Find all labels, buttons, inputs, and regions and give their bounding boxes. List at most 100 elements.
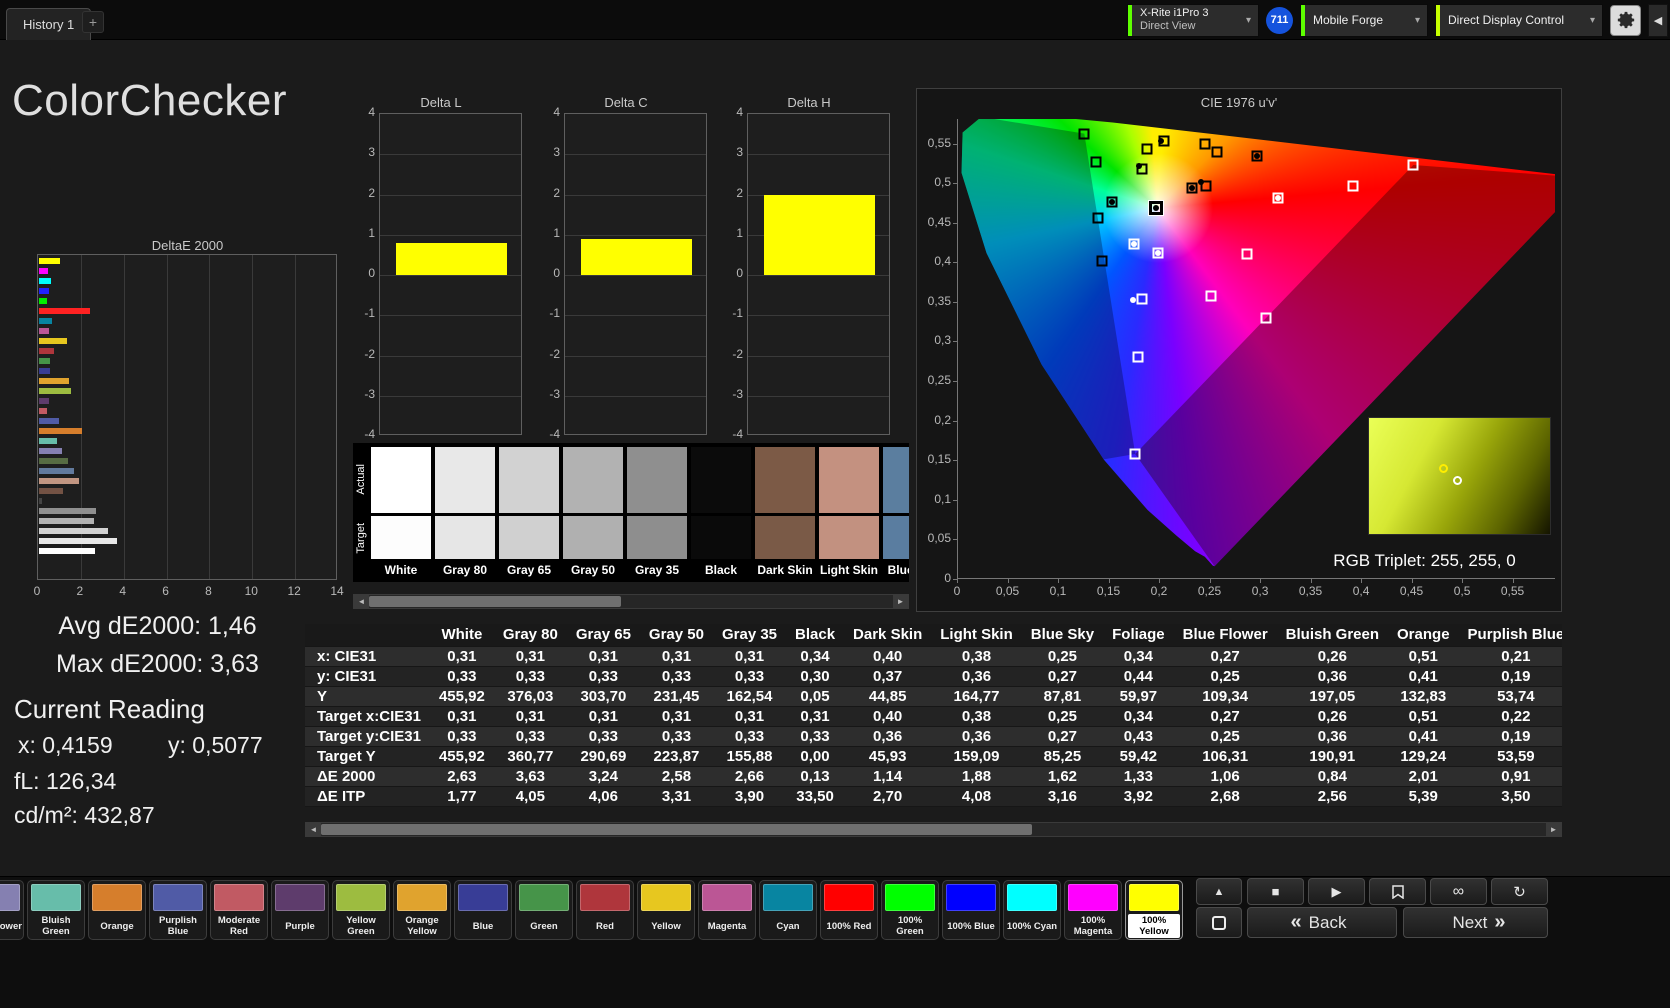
repeat-button[interactable]: ↻: [1491, 878, 1548, 905]
column-header: Blue Sky: [1021, 624, 1104, 647]
table-cell: 85,25: [1021, 746, 1104, 767]
patch-button[interactable]: 100% Yellow: [1125, 880, 1183, 940]
gridline: [565, 194, 706, 196]
y-tick-label: -1: [364, 306, 375, 321]
continuous-mode-button[interactable]: ∞: [1430, 878, 1487, 905]
column-header: Orange: [1388, 624, 1459, 647]
patch-button-label: 100% Cyan: [1006, 920, 1058, 932]
patch-button[interactable]: 100% Blue: [942, 880, 1000, 940]
patch-button[interactable]: Yellow: [637, 880, 695, 940]
patch-button[interactable]: Green: [515, 880, 573, 940]
next-button[interactable]: Next »: [1403, 907, 1548, 938]
table-cell: 0,31: [712, 706, 787, 727]
patch-button[interactable]: Magenta: [698, 880, 756, 940]
table-cell: 1,88: [931, 766, 1022, 787]
table-cell: 0,38: [931, 646, 1022, 667]
patch-button[interactable]: 100% Red: [820, 880, 878, 940]
table-row: x: CIE31 0,31 0,31 0,31 0,31 0,31 0,34 0,40 0,38…: [305, 646, 1562, 667]
patch-button[interactable]: 100% Magenta: [1064, 880, 1122, 940]
patch-button[interactable]: Bluish Green: [27, 880, 85, 940]
table-cell: 0,41: [1388, 666, 1459, 687]
back-chevrons-icon: «: [1290, 911, 1302, 933]
rgb-triplet-caption: RGB Triplet: 255, 255, 0: [1333, 551, 1516, 570]
history-tab[interactable]: History 1: [6, 8, 92, 40]
patch-label: Black: [704, 563, 738, 577]
target-swatch: [819, 516, 879, 559]
patch-button[interactable]: 100% Green: [881, 880, 939, 940]
table-cell: 0,26: [1276, 646, 1389, 667]
actual-row-label: Actual: [355, 463, 367, 495]
patch-button-label: Green: [530, 920, 558, 932]
actual-swatch: [499, 447, 559, 513]
patch-button[interactable]: Purplish Blue: [149, 880, 207, 940]
display-control-dropdown[interactable]: Direct Display Control ▾: [1435, 3, 1603, 37]
table-cell: 0,19: [1458, 726, 1562, 747]
patch-button-swatch: [458, 884, 508, 911]
settings-button[interactable]: [1610, 4, 1641, 36]
patch-button-swatch: [702, 884, 752, 911]
patch-button[interactable]: Orange: [88, 880, 146, 940]
gridline: [380, 234, 521, 236]
x-tick: [957, 579, 958, 583]
source-dropdown[interactable]: Mobile Forge ▾: [1300, 3, 1428, 37]
table-cell: 162,54: [712, 686, 787, 707]
table-row: Target Y 455,92 360,77 290,69 223,87 155,88 0,…: [305, 746, 1562, 767]
patch-column: Dark Skin: [753, 443, 817, 582]
patch-button[interactable]: Yellow Green: [332, 880, 390, 940]
pattern-window-button[interactable]: [1196, 907, 1242, 938]
patch-button[interactable]: Blue: [454, 880, 512, 940]
table-scrollbar[interactable]: ◄ ►: [305, 822, 1562, 837]
patch-button[interactable]: Blue Flower: [0, 880, 24, 940]
patch-button[interactable]: Purple: [271, 880, 329, 940]
patch-button-label: Purplish Blue: [158, 915, 197, 937]
pattern-up-button[interactable]: ▲: [1196, 878, 1242, 905]
table-cell: 0,31: [639, 706, 713, 727]
y-tick-label: 0,1: [934, 491, 951, 506]
reading-y: y: 0,5077: [168, 732, 263, 758]
cie-target-marker: [1211, 146, 1223, 158]
scrollbar-thumb[interactable]: [321, 824, 1032, 835]
x-tick-label: 0,1: [1049, 584, 1067, 598]
selected-color-inset: [1368, 417, 1551, 535]
y-tick-label: -3: [364, 386, 375, 401]
table-cell: 0,33: [786, 726, 845, 747]
add-tab-button[interactable]: +: [82, 11, 104, 33]
table-cell: 159,09: [931, 746, 1022, 767]
cie-measured-dot: [1253, 152, 1260, 159]
back-button[interactable]: « Back: [1247, 907, 1397, 938]
target-swatch: [883, 516, 909, 559]
gridline: [380, 275, 521, 276]
scrollbar-thumb[interactable]: [369, 596, 621, 607]
patch-button-label: Red: [596, 920, 614, 932]
table-cell: 0,43: [1103, 726, 1174, 747]
gridline: [565, 234, 706, 236]
scrollbar-track[interactable]: [321, 823, 1546, 836]
table-cell: 455,92: [429, 746, 494, 767]
table-cell: 0,33: [493, 726, 567, 747]
deltae-bar: [39, 518, 95, 524]
patch-button[interactable]: 100% Cyan: [1003, 880, 1061, 940]
table-cell: 0,84: [1276, 766, 1389, 787]
table-cell: 0,31: [639, 646, 713, 667]
scroll-left-button[interactable]: ◄: [354, 595, 369, 608]
patch-column: Blue Sky: [881, 443, 909, 582]
patch-column: Black: [689, 443, 753, 582]
scroll-right-button[interactable]: ►: [1546, 823, 1561, 836]
play-button[interactable]: ▶: [1308, 878, 1365, 905]
target-swatch: [627, 516, 687, 559]
scroll-left-button[interactable]: ◄: [306, 823, 321, 836]
stop-button[interactable]: ■: [1247, 878, 1304, 905]
meter-dropdown[interactable]: X-Rite i1Pro 3 Direct View ▾: [1127, 3, 1259, 37]
patch-button[interactable]: Cyan: [759, 880, 817, 940]
deltae-bar: [39, 478, 80, 484]
bookmark-button[interactable]: [1369, 878, 1426, 905]
scroll-right-button[interactable]: ►: [893, 595, 908, 608]
scrollbar-track[interactable]: [369, 595, 893, 608]
collapse-panel-button[interactable]: ◀: [1648, 3, 1668, 37]
patch-button[interactable]: Orange Yellow: [393, 880, 451, 940]
table-cell: 1,62: [1021, 766, 1104, 787]
patch-strip-scrollbar[interactable]: ◄ ►: [353, 594, 909, 609]
patch-button-swatch: [0, 884, 20, 911]
patch-button[interactable]: Red: [576, 880, 634, 940]
patch-button[interactable]: Moderate Red: [210, 880, 268, 940]
